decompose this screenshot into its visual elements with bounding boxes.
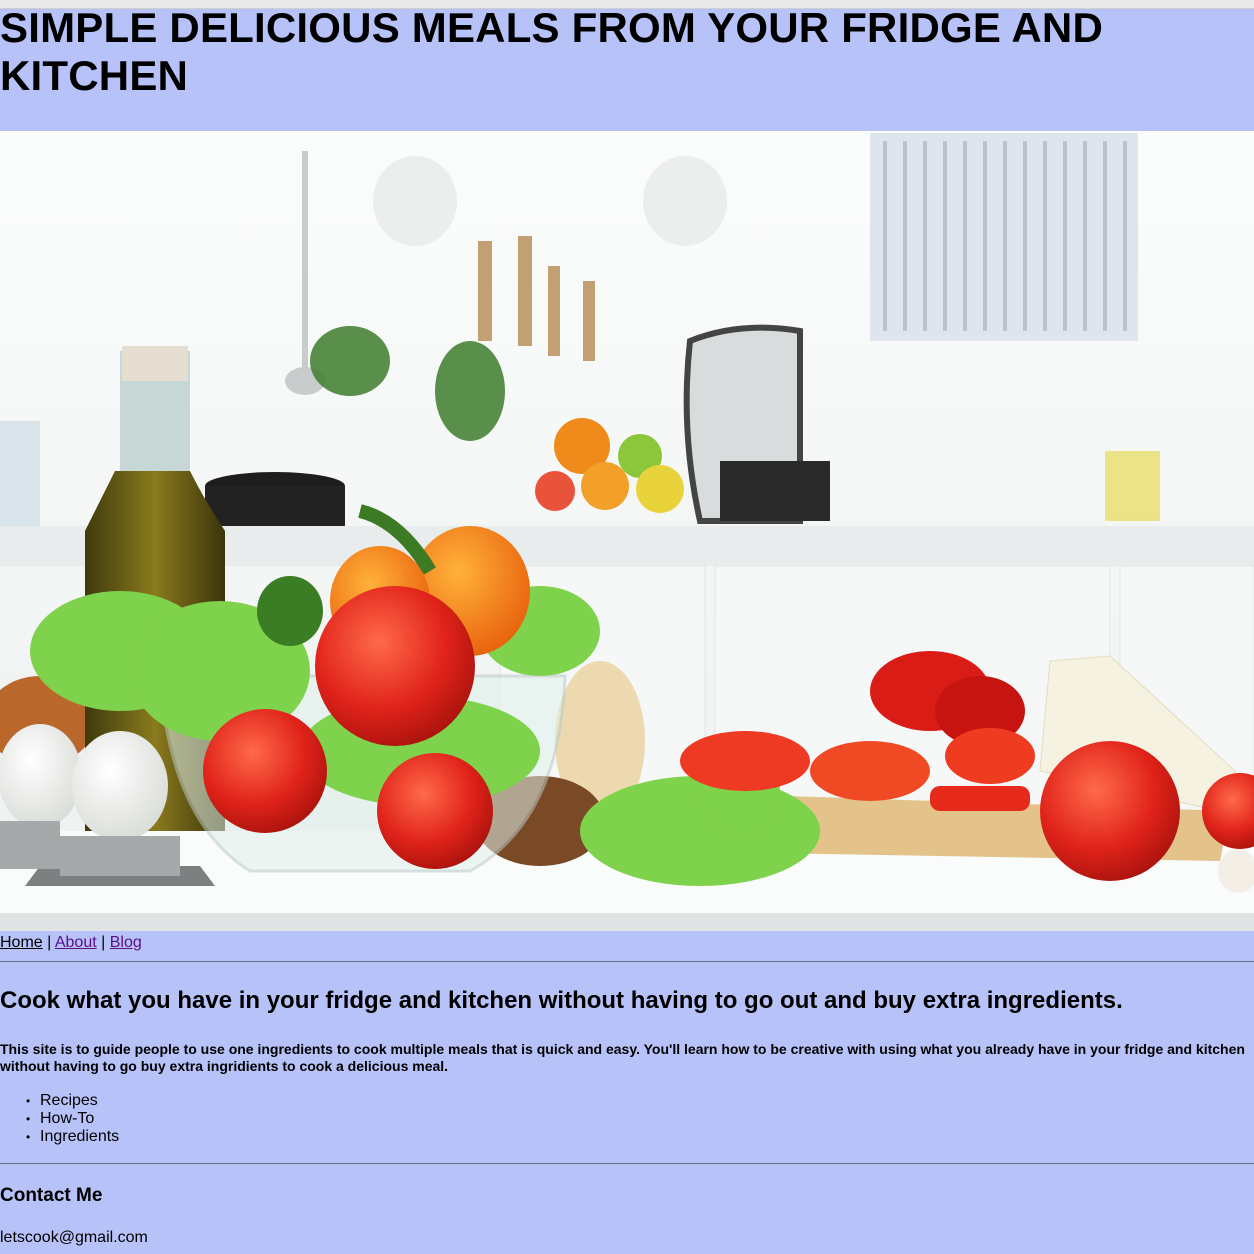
list-item: Ingredients: [26, 1128, 119, 1146]
nav-separator: |: [101, 934, 106, 951]
nav-separator: |: [47, 934, 52, 951]
nav-link-blog[interactable]: Blog: [110, 934, 142, 951]
nav-link-home[interactable]: Home: [0, 934, 43, 951]
top-nav: Home | About | Blog: [0, 933, 142, 953]
divider: [0, 1163, 1254, 1164]
hero-image: [0, 131, 1254, 931]
intro-paragraph: This site is to guide people to use one …: [0, 1041, 1245, 1074]
divider: [0, 961, 1254, 962]
contact-email: letscook@gmail.com: [0, 1229, 148, 1246]
nav-link-about[interactable]: About: [55, 934, 97, 951]
section-headline: Cook what you have in your fridge and ki…: [0, 987, 1123, 1014]
page-title: SIMPLE DELICIOUS MEALS FROM YOUR FRIDGE …: [0, 4, 1103, 99]
contact-heading: Contact Me: [0, 1185, 103, 1206]
list-item: Recipes: [26, 1092, 119, 1110]
list-item: How-To: [26, 1110, 119, 1128]
topics-list: Recipes How-To Ingredients: [0, 1092, 119, 1146]
